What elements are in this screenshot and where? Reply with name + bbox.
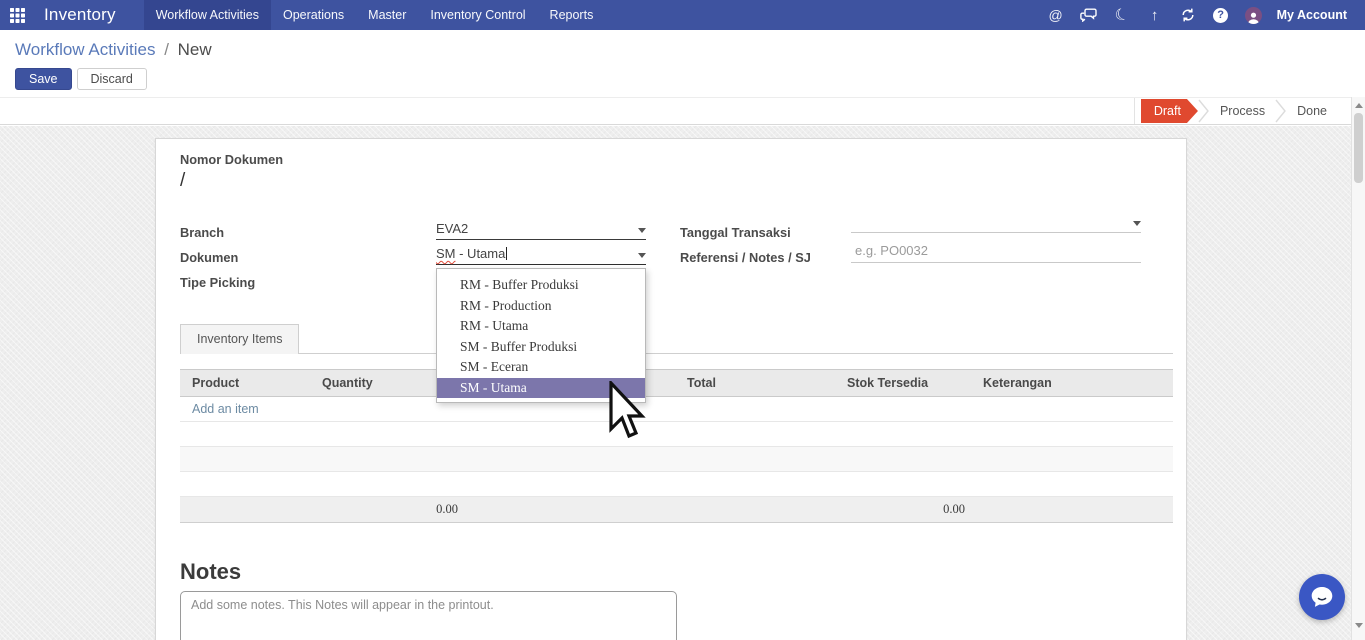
notes-textarea[interactable] xyxy=(180,591,677,640)
branch-label: Branch xyxy=(180,225,225,240)
avatar-icon[interactable] xyxy=(1244,6,1262,24)
nav-left: Inventory Workflow Activities Operations… xyxy=(0,0,605,30)
tipe-picking-label: Tipe Picking xyxy=(180,275,256,290)
help-icon[interactable]: ? xyxy=(1212,6,1230,24)
statusbar: Draft Process Done xyxy=(0,97,1351,125)
vertical-scrollbar[interactable] xyxy=(1351,97,1365,640)
chevron-down-icon xyxy=(638,253,646,258)
branch-field[interactable]: EVA2 xyxy=(436,221,646,240)
statusbar-stages: Draft Process Done xyxy=(1133,98,1351,124)
messages-icon[interactable] xyxy=(1080,6,1098,24)
text-cursor xyxy=(506,247,508,260)
dropdown-option[interactable]: RM - Buffer Produksi xyxy=(437,275,645,296)
scrollbar-thumb[interactable] xyxy=(1354,113,1363,183)
scroll-up-icon[interactable] xyxy=(1355,103,1363,108)
chat-bubble-icon xyxy=(1311,587,1333,607)
stage-process[interactable]: Process xyxy=(1210,104,1275,118)
menu-inventory-control[interactable]: Inventory Control xyxy=(418,0,537,30)
discard-button[interactable]: Discard xyxy=(76,68,147,90)
notes-title: Notes xyxy=(180,559,242,584)
branch-value: EVA2 xyxy=(436,221,469,236)
chat-launcher-button[interactable] xyxy=(1299,574,1345,620)
stage-done[interactable]: Done xyxy=(1287,104,1337,118)
col-stok-tersedia: Stok Tersedia xyxy=(835,369,971,397)
col-total: Total xyxy=(675,369,835,397)
col-product: Product xyxy=(180,369,310,397)
tab-bar: Inventory Items xyxy=(180,324,1173,354)
totals-row: 0.00 0.00 xyxy=(180,496,1173,523)
menu-operations[interactable]: Operations xyxy=(271,0,356,30)
my-account-label[interactable]: My Account xyxy=(1277,8,1347,22)
apps-grid-icon xyxy=(9,7,25,23)
tanggal-transaksi-label: Tanggal Transaksi xyxy=(680,225,791,240)
breadcrumb-separator: / xyxy=(164,40,169,59)
app-brand[interactable]: Inventory xyxy=(34,5,144,25)
total-quantity: 0.00 xyxy=(310,496,480,523)
breadcrumb: Workflow Activities / New xyxy=(15,40,1365,60)
apps-grid-icon[interactable] xyxy=(0,7,34,23)
scroll-down-icon[interactable] xyxy=(1355,623,1363,628)
total-stok-tersedia: 0.00 xyxy=(835,496,971,523)
chevron-down-icon xyxy=(638,228,646,233)
dokumen-label: Dokumen xyxy=(180,250,239,265)
nomor-dokumen-value: / xyxy=(180,170,186,191)
inventory-items-table: Product Quantity Total Stok Tersedia Ket… xyxy=(180,369,1173,523)
dokumen-dropdown: RM - Buffer Produksi RM - Production RM … xyxy=(436,268,646,403)
add-item-row: Add an item xyxy=(180,396,1173,422)
chevron-separator-icon xyxy=(1198,99,1209,123)
dokumen-field[interactable]: SM - Utama xyxy=(436,246,646,265)
stage-draft[interactable]: Draft xyxy=(1141,99,1198,123)
sync-icon[interactable] xyxy=(1179,6,1197,24)
chevron-down-icon xyxy=(1133,221,1141,226)
nomor-dokumen-label: Nomor Dokumen xyxy=(180,152,284,167)
dropdown-option[interactable]: SM - Eceran xyxy=(437,357,645,378)
dropdown-option[interactable]: RM - Production xyxy=(437,296,645,317)
action-buttons: Save Discard xyxy=(15,68,1365,90)
dropdown-option[interactable]: RM - Utama xyxy=(437,316,645,337)
col-keterangan: Keterangan xyxy=(971,369,1173,397)
dropdown-option[interactable]: SM - Buffer Produksi xyxy=(437,337,645,358)
menu-workflow-activities[interactable]: Workflow Activities xyxy=(143,0,271,30)
breadcrumb-current: New xyxy=(177,40,212,59)
form-sheet: Nomor Dokumen / Branch Dokumen Tipe Pick… xyxy=(155,138,1187,640)
add-an-item-link[interactable]: Add an item xyxy=(180,402,259,416)
menu-master[interactable]: Master xyxy=(356,0,418,30)
upload-icon[interactable]: ↑ xyxy=(1146,6,1164,24)
moon-icon[interactable]: ☾ xyxy=(1110,4,1133,27)
at-icon[interactable]: @ xyxy=(1047,6,1065,24)
nav-right: @ ☾ ↑ ? My Account xyxy=(1047,0,1365,30)
referensi-input[interactable] xyxy=(851,243,1141,263)
tab-inventory-items[interactable]: Inventory Items xyxy=(180,324,300,354)
chevron-separator-icon xyxy=(1275,99,1287,123)
empty-row xyxy=(180,421,1173,447)
top-navbar: Inventory Workflow Activities Operations… xyxy=(0,0,1365,30)
control-panel: Workflow Activities / New Save Discard xyxy=(0,30,1365,97)
empty-row xyxy=(180,471,1173,497)
empty-row xyxy=(180,446,1173,472)
breadcrumb-parent-link[interactable]: Workflow Activities xyxy=(15,40,155,59)
menu-reports[interactable]: Reports xyxy=(538,0,606,30)
referensi-label: Referensi / Notes / SJ xyxy=(680,250,811,265)
content-background: Nomor Dokumen / Branch Dokumen Tipe Pick… xyxy=(0,126,1365,640)
save-button[interactable]: Save xyxy=(15,68,72,90)
tanggal-transaksi-field[interactable] xyxy=(851,221,1141,233)
page: Inventory Workflow Activities Operations… xyxy=(0,0,1365,640)
main-menu: Workflow Activities Operations Master In… xyxy=(143,0,606,30)
table-header-row: Product Quantity Total Stok Tersedia Ket… xyxy=(180,369,1173,397)
dokumen-value: SM - Utama xyxy=(436,246,508,261)
dropdown-option-highlighted[interactable]: SM - Utama xyxy=(437,377,645,398)
